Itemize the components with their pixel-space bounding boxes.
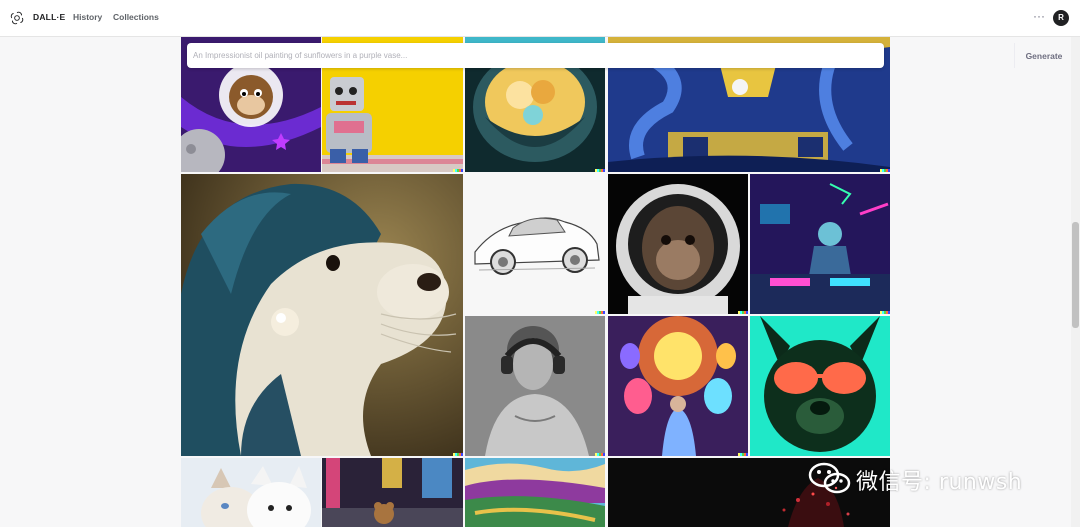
image-art	[181, 174, 463, 456]
dalle-signature	[595, 169, 605, 172]
image-art	[750, 174, 890, 314]
gallery-image-neon-bulldog[interactable]	[750, 316, 890, 456]
dalle-signature	[453, 169, 463, 172]
generate-button[interactable]: Generate	[1017, 43, 1071, 68]
dalle-signature	[738, 453, 748, 456]
wechat-watermark: 微信号: runwsh	[808, 461, 1048, 497]
watermark-text: 微信号: runwsh	[856, 470, 1023, 495]
avatar[interactable]: R	[1053, 10, 1069, 26]
gallery-image-teddy-city[interactable]	[322, 458, 463, 527]
dalle-signature	[595, 311, 605, 314]
top-bar: DALL·E History Collections ··· R	[0, 0, 1080, 37]
image-art	[750, 316, 890, 456]
prompt-bar: Generate	[187, 43, 1062, 68]
gallery-image-cyberpunk-dj[interactable]	[750, 174, 890, 314]
scrollbar-thumb[interactable]	[1072, 222, 1079, 328]
image-art	[465, 316, 605, 456]
dalle-signature	[595, 453, 605, 456]
image-art	[465, 174, 605, 314]
gallery-image-car-sketch[interactable]	[465, 174, 605, 314]
divider	[1014, 43, 1015, 68]
wechat-icon	[808, 462, 851, 494]
dalle-signature	[738, 311, 748, 314]
openai-logo-icon[interactable]	[10, 11, 24, 25]
image-art	[608, 174, 748, 314]
image-art	[608, 316, 748, 456]
nav-collections-link[interactable]: Collections	[113, 12, 159, 22]
gallery-image-cat-and-puppy[interactable]	[181, 458, 321, 527]
nav-history-link[interactable]: History	[73, 12, 102, 22]
gallery-image-monkey-helmet[interactable]	[608, 174, 748, 314]
gallery-image-lightbulb-psychedelic[interactable]	[608, 316, 748, 456]
image-art	[465, 458, 605, 527]
prompt-input[interactable]	[193, 47, 813, 64]
brand-title[interactable]: DALL·E	[33, 12, 65, 22]
gallery-image-otter-pearl-earring[interactable]	[181, 174, 463, 456]
gallery-image-impasto-landscape[interactable]	[465, 458, 605, 527]
gallery-image-statue-headphones[interactable]	[465, 316, 605, 456]
dalle-signature	[880, 169, 890, 172]
more-options-icon[interactable]: ···	[1033, 9, 1045, 23]
dalle-signature	[880, 311, 890, 314]
image-art	[322, 458, 463, 527]
image-art	[181, 458, 321, 527]
dalle-signature	[453, 453, 463, 456]
